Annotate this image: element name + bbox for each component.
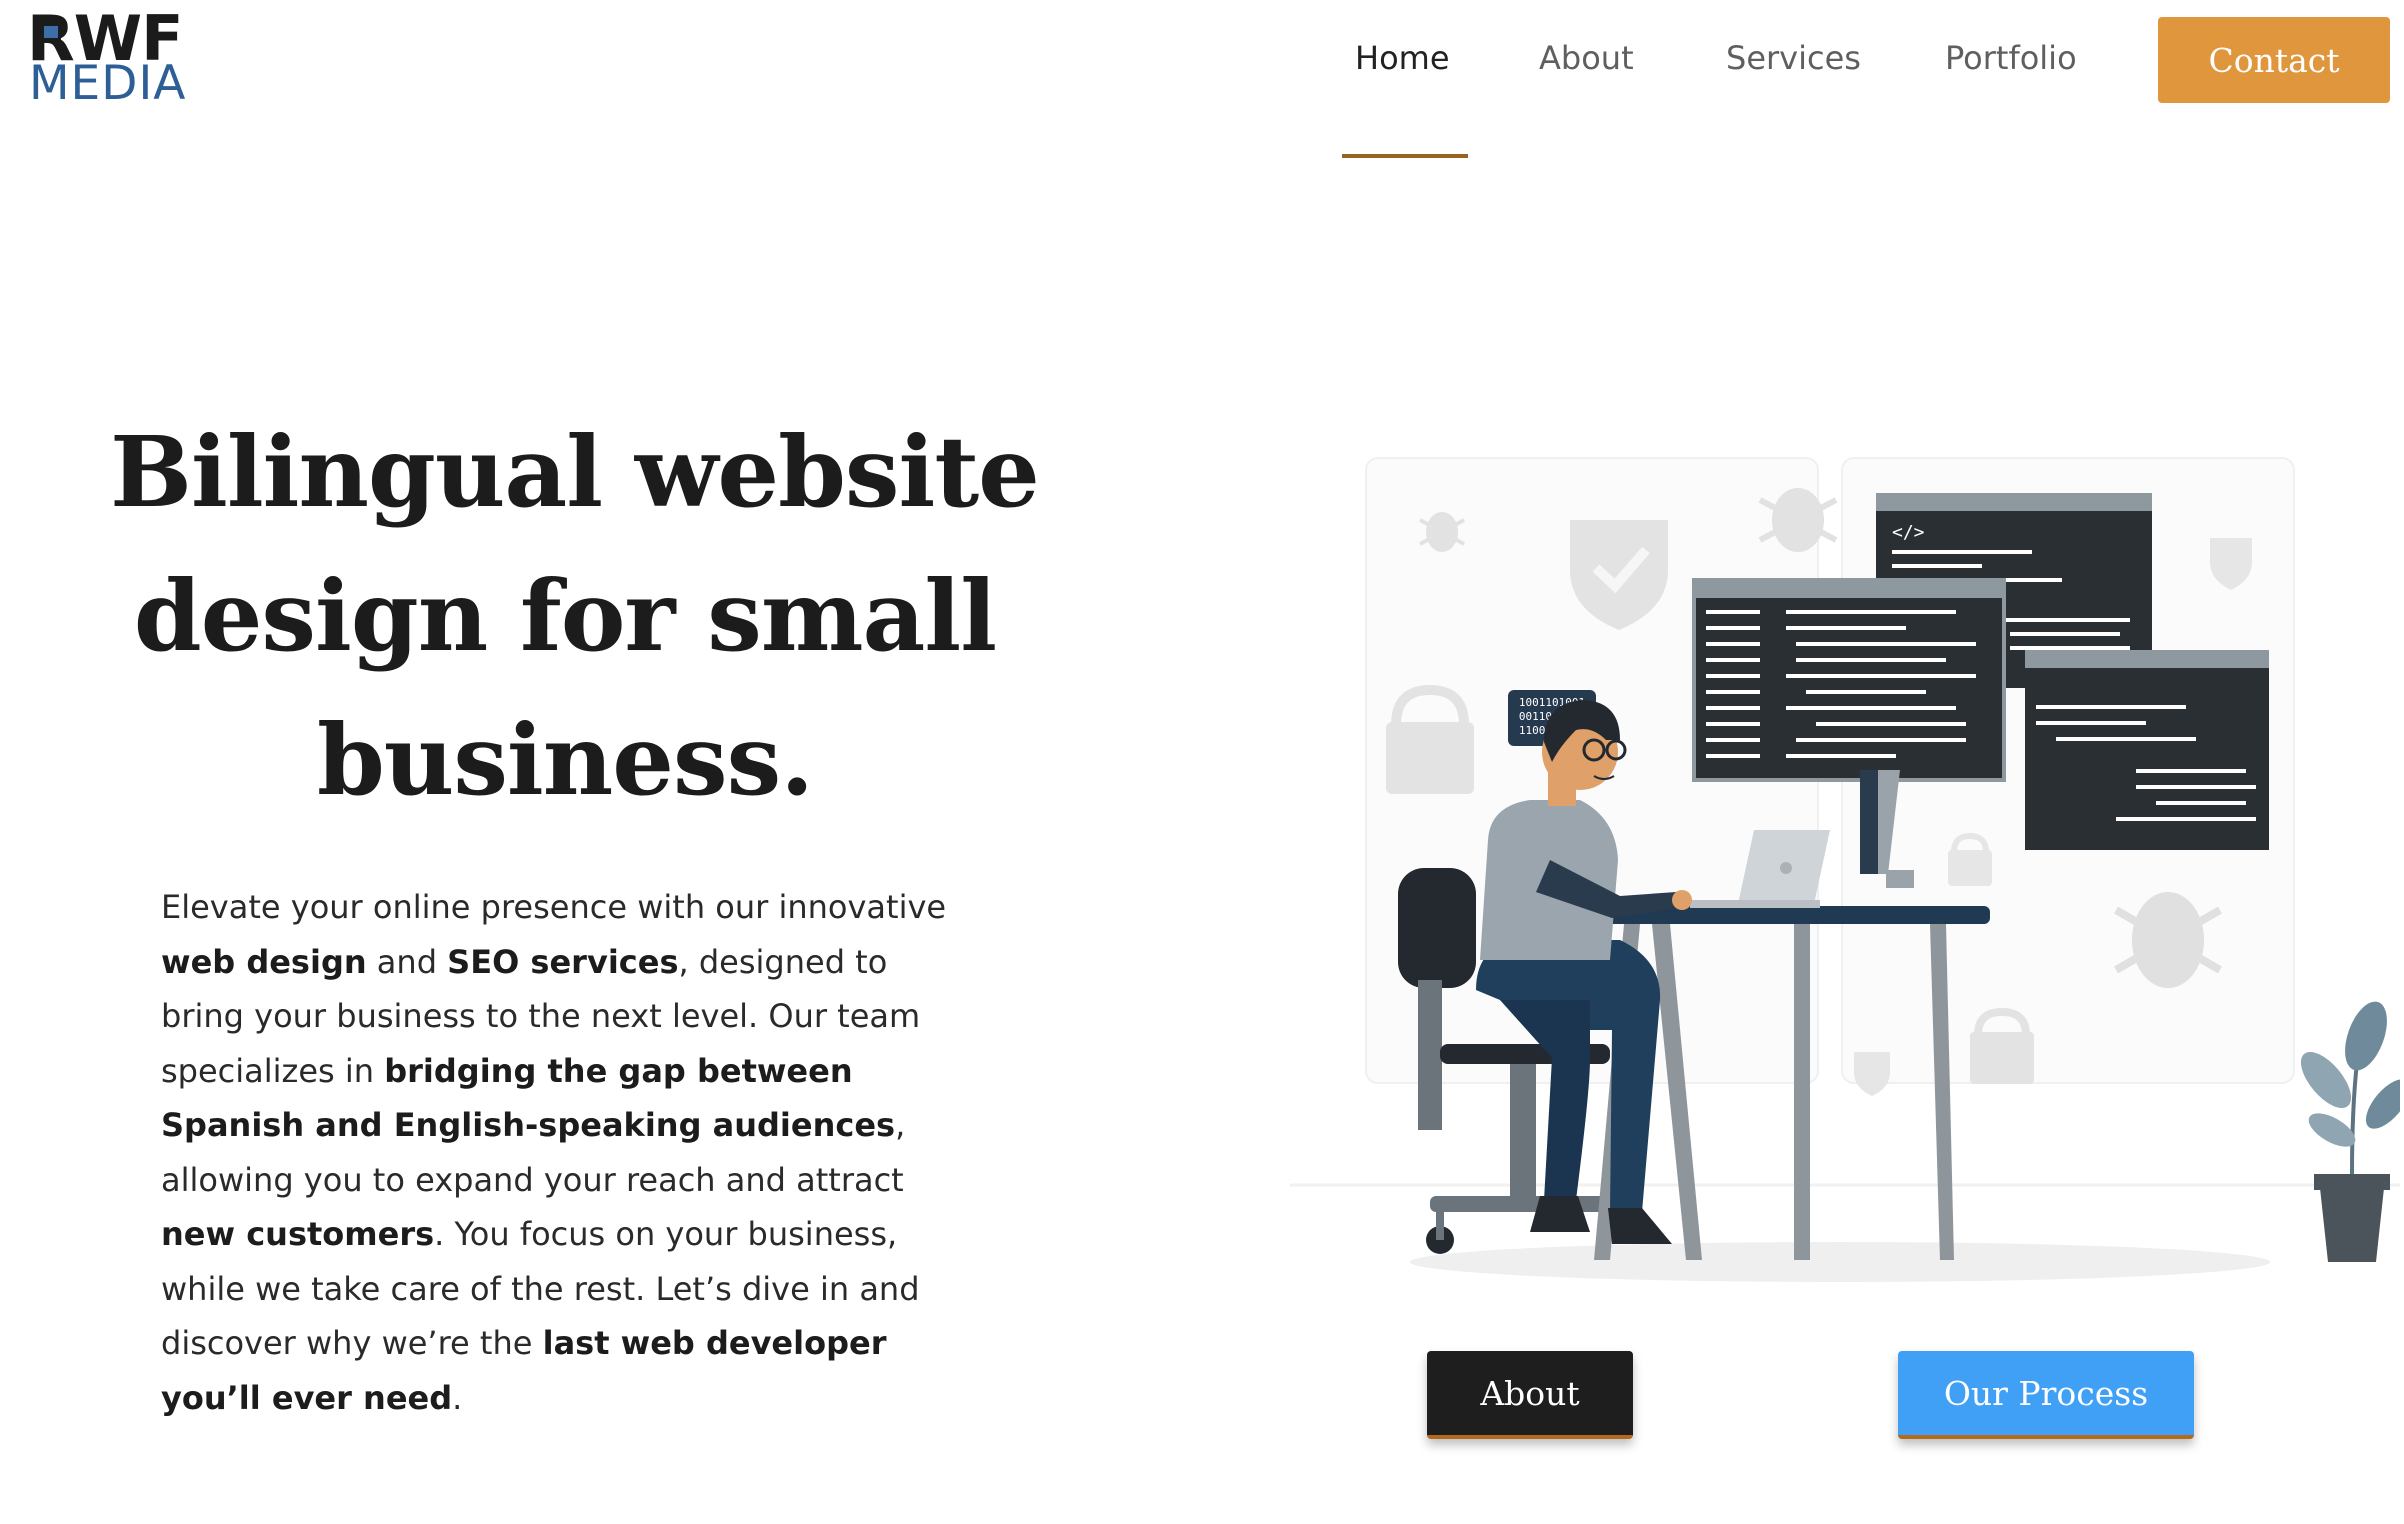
logo-square-icon	[41, 23, 61, 41]
text: allowing you to expand your reach and at…	[161, 1160, 904, 1199]
hero-text-line: Elevate your online presence with our in…	[161, 880, 1011, 935]
contact-button[interactable]: Contact	[2158, 17, 2390, 103]
hero-title-line: Bilingual website	[110, 415, 1040, 529]
hero-text-line: Spanish and English-speaking audiences,	[161, 1098, 1011, 1153]
text: ,	[895, 1106, 906, 1144]
developer-illustration: </> 1001101001	[1290, 457, 2400, 1282]
text: , designed to	[678, 942, 888, 981]
our-process-button[interactable]: Our Process	[1898, 1351, 2194, 1439]
shield-check-icon	[1854, 1052, 1890, 1096]
text-bold: SEO services	[447, 942, 679, 981]
about-button[interactable]: About	[1427, 1351, 1633, 1439]
code-window-icon	[1692, 578, 2006, 782]
hero-title-line: design for small	[133, 559, 997, 673]
text: .	[452, 1378, 463, 1417]
plant-icon	[2300, 1001, 2400, 1262]
site-logo[interactable]: RWF MEDIA	[27, 8, 207, 108]
logo-wordmark-bottom: MEDIA	[29, 56, 187, 111]
hero-text-line: specializes in bridging the gap between	[161, 1044, 1011, 1099]
hero-text-line: discover why we’re the last web develope…	[161, 1316, 1011, 1371]
hero-text-line: you’ll ever need.	[161, 1371, 1011, 1426]
text: Elevate your online presence with our in…	[161, 888, 947, 926]
code-window-icon	[2025, 650, 2269, 850]
text: . You focus on your business,	[434, 1215, 898, 1253]
page: RWF MEDIA Home About Services Portfolio …	[0, 0, 2404, 1524]
text: specializes in	[161, 1051, 385, 1090]
nav-active-underline	[1342, 154, 1468, 158]
hero-title: Bilingual website design for small busin…	[110, 400, 1040, 832]
text-bold: last web developer	[542, 1324, 887, 1362]
text-bold: new customers	[161, 1215, 435, 1253]
nav-home[interactable]: Home	[1355, 36, 1450, 80]
nav-portfolio[interactable]: Portfolio	[1945, 36, 2077, 80]
hero-text-line: while we take care of the rest. Let’s di…	[161, 1262, 1011, 1317]
hero-description: Elevate your online presence with our in…	[161, 880, 1011, 1425]
code-tag-text: </>	[1892, 522, 1925, 543]
hero-title-line: business.	[316, 703, 814, 817]
hero-text-line: allowing you to expand your reach and at…	[161, 1153, 1011, 1208]
text: while we take care of the rest. Let’s di…	[161, 1269, 920, 1308]
text-bold: Spanish and English-speaking audiences	[161, 1106, 896, 1144]
text: discover why we’re the	[161, 1324, 543, 1362]
hero-text-line: new customers. You focus on your busines…	[161, 1207, 1011, 1262]
hero-text-line: bring your business to the next level. O…	[161, 989, 1011, 1044]
nav-services[interactable]: Services	[1726, 36, 1861, 80]
hero-text-line: web design and SEO services, designed to	[161, 935, 1011, 990]
text: and	[366, 942, 448, 981]
nav-about[interactable]: About	[1539, 36, 1634, 80]
text: bring your business to the next level. O…	[161, 997, 921, 1035]
text-bold: web design	[161, 942, 367, 981]
text-bold: bridging the gap between	[384, 1051, 853, 1090]
text-bold: you’ll ever need	[161, 1378, 453, 1417]
